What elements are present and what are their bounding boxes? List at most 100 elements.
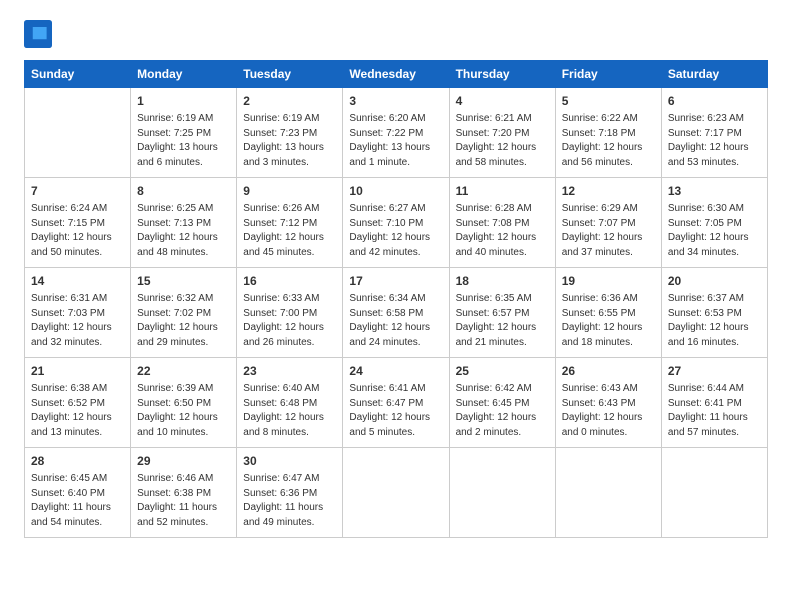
cell-info-line: and 58 minutes.	[456, 156, 549, 171]
cell-info-line: Sunrise: 6:21 AM	[456, 112, 549, 127]
cell-info-line: Sunset: 6:53 PM	[668, 307, 761, 322]
calendar-cell: 6Sunrise: 6:23 AMSunset: 7:17 PMDaylight…	[661, 88, 767, 178]
calendar-week-row: 7Sunrise: 6:24 AMSunset: 7:15 PMDaylight…	[25, 178, 768, 268]
cell-info-line: and 56 minutes.	[562, 156, 655, 171]
calendar-cell: 9Sunrise: 6:26 AMSunset: 7:12 PMDaylight…	[237, 178, 343, 268]
logo	[24, 20, 56, 48]
calendar-week-row: 14Sunrise: 6:31 AMSunset: 7:03 PMDayligh…	[25, 268, 768, 358]
calendar-cell: 27Sunrise: 6:44 AMSunset: 6:41 PMDayligh…	[661, 358, 767, 448]
cell-info-line: and 49 minutes.	[243, 516, 336, 531]
cell-info-line: Sunrise: 6:26 AM	[243, 202, 336, 217]
cell-info-line: Sunset: 6:52 PM	[31, 397, 124, 412]
calendar-cell: 5Sunrise: 6:22 AMSunset: 7:18 PMDaylight…	[555, 88, 661, 178]
cell-info-line: and 6 minutes.	[137, 156, 230, 171]
cell-info-line: Daylight: 11 hours	[668, 411, 761, 426]
cell-info-line: Daylight: 12 hours	[31, 411, 124, 426]
cell-info-line: Sunset: 6:55 PM	[562, 307, 655, 322]
cell-info-line: Daylight: 12 hours	[562, 141, 655, 156]
cell-info-line: and 24 minutes.	[349, 336, 442, 351]
day-number: 15	[137, 273, 230, 290]
cell-info-line: Sunset: 6:36 PM	[243, 487, 336, 502]
cell-info-line: Sunset: 7:12 PM	[243, 217, 336, 232]
weekday-header-tuesday: Tuesday	[237, 61, 343, 88]
cell-info-line: and 3 minutes.	[243, 156, 336, 171]
weekday-header-monday: Monday	[131, 61, 237, 88]
cell-info-line: Sunset: 6:38 PM	[137, 487, 230, 502]
cell-info-line: Daylight: 12 hours	[349, 411, 442, 426]
cell-info-line: Sunrise: 6:41 AM	[349, 382, 442, 397]
cell-info-line: Sunrise: 6:29 AM	[562, 202, 655, 217]
cell-info-line: Daylight: 12 hours	[456, 141, 549, 156]
calendar-cell: 25Sunrise: 6:42 AMSunset: 6:45 PMDayligh…	[449, 358, 555, 448]
cell-info-line: Daylight: 12 hours	[137, 321, 230, 336]
cell-info-line: Sunset: 7:13 PM	[137, 217, 230, 232]
calendar-week-row: 28Sunrise: 6:45 AMSunset: 6:40 PMDayligh…	[25, 448, 768, 538]
cell-info-line: Sunrise: 6:30 AM	[668, 202, 761, 217]
cell-info-line: and 29 minutes.	[137, 336, 230, 351]
cell-info-line: Sunset: 6:57 PM	[456, 307, 549, 322]
cell-info-line: and 52 minutes.	[137, 516, 230, 531]
cell-info-line: Sunrise: 6:31 AM	[31, 292, 124, 307]
cell-info-line: Sunset: 7:10 PM	[349, 217, 442, 232]
calendar-cell: 30 Sunrise: 6:47 AMSunset: 6:36 PMDayligh…	[237, 448, 343, 538]
cell-info-line: and 50 minutes.	[31, 246, 124, 261]
cell-info-line: Sunrise: 6:47 AM	[243, 472, 336, 487]
cell-info-line: and 0 minutes.	[562, 426, 655, 441]
cell-info-line: Sunset: 6:45 PM	[456, 397, 549, 412]
calendar-cell: 16Sunrise: 6:33 AMSunset: 7:00 PMDayligh…	[237, 268, 343, 358]
cell-info-line: and 34 minutes.	[668, 246, 761, 261]
cell-info-line: Sunset: 6:40 PM	[31, 487, 124, 502]
calendar-cell: 26Sunrise: 6:43 AMSunset: 6:43 PMDayligh…	[555, 358, 661, 448]
weekday-header-saturday: Saturday	[661, 61, 767, 88]
day-number: 14	[31, 273, 124, 290]
cell-info-line: Sunrise: 6:22 AM	[562, 112, 655, 127]
cell-info-line: Sunset: 6:47 PM	[349, 397, 442, 412]
cell-info-line: and 13 minutes.	[31, 426, 124, 441]
cell-info-line: and 54 minutes.	[31, 516, 124, 531]
calendar-cell: 7Sunrise: 6:24 AMSunset: 7:15 PMDaylight…	[25, 178, 131, 268]
calendar-table: SundayMondayTuesdayWednesdayThursdayFrid…	[24, 60, 768, 538]
day-number: 16	[243, 273, 336, 290]
calendar-cell: 15Sunrise: 6:32 AMSunset: 7:02 PMDayligh…	[131, 268, 237, 358]
calendar-cell: 29Sunrise: 6:46 AMSunset: 6:38 PMDayligh…	[131, 448, 237, 538]
cell-info-line: Daylight: 12 hours	[668, 321, 761, 336]
cell-info-line: Daylight: 11 hours	[243, 501, 336, 516]
day-number: 20	[668, 273, 761, 290]
cell-info-line: and 10 minutes.	[137, 426, 230, 441]
calendar-cell: 14Sunrise: 6:31 AMSunset: 7:03 PMDayligh…	[25, 268, 131, 358]
weekday-header-row: SundayMondayTuesdayWednesdayThursdayFrid…	[25, 61, 768, 88]
calendar-cell	[661, 448, 767, 538]
cell-info-line: Sunrise: 6:37 AM	[668, 292, 761, 307]
cell-info-line: Daylight: 12 hours	[668, 231, 761, 246]
calendar-cell: 11Sunrise: 6:28 AMSunset: 7:08 PMDayligh…	[449, 178, 555, 268]
cell-info-line: Daylight: 13 hours	[137, 141, 230, 156]
cell-info-line: Sunset: 7:05 PM	[668, 217, 761, 232]
cell-info-line: Sunrise: 6:25 AM	[137, 202, 230, 217]
cell-info-line: Daylight: 12 hours	[668, 141, 761, 156]
cell-info-line: Sunset: 6:58 PM	[349, 307, 442, 322]
calendar-week-row: 1Sunrise: 6:19 AMSunset: 7:25 PMDaylight…	[25, 88, 768, 178]
day-number: 30	[243, 453, 336, 470]
cell-info-line: and 16 minutes.	[668, 336, 761, 351]
cell-info-line: Sunset: 7:08 PM	[456, 217, 549, 232]
cell-info-line: Daylight: 13 hours	[243, 141, 336, 156]
cell-info-line: Daylight: 12 hours	[31, 231, 124, 246]
cell-info-line: Sunset: 7:17 PM	[668, 127, 761, 142]
calendar-cell	[25, 88, 131, 178]
calendar-cell: 18Sunrise: 6:35 AMSunset: 6:57 PMDayligh…	[449, 268, 555, 358]
day-number: 7	[31, 183, 124, 200]
cell-info-line: Daylight: 12 hours	[137, 411, 230, 426]
calendar-cell: 1Sunrise: 6:19 AMSunset: 7:25 PMDaylight…	[131, 88, 237, 178]
cell-info-line: Sunrise: 6:36 AM	[562, 292, 655, 307]
day-number: 17	[349, 273, 442, 290]
calendar-cell: 4Sunrise: 6:21 AMSunset: 7:20 PMDaylight…	[449, 88, 555, 178]
cell-info-line: Sunrise: 6:43 AM	[562, 382, 655, 397]
weekday-header-friday: Friday	[555, 61, 661, 88]
calendar-cell: 13Sunrise: 6:30 AMSunset: 7:05 PMDayligh…	[661, 178, 767, 268]
weekday-header-thursday: Thursday	[449, 61, 555, 88]
day-number: 24	[349, 363, 442, 380]
day-number: 28	[31, 453, 124, 470]
cell-info-line: Sunrise: 6:20 AM	[349, 112, 442, 127]
day-number: 1	[137, 93, 230, 110]
cell-info-line: Sunrise: 6:46 AM	[137, 472, 230, 487]
